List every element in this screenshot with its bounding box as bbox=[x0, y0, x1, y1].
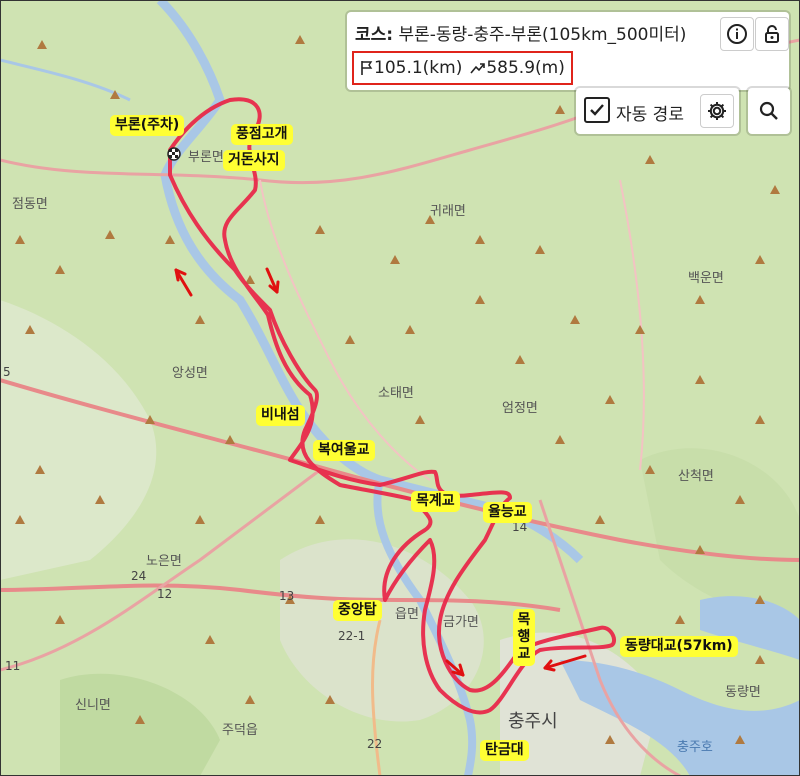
place-name: 읍면 bbox=[395, 607, 419, 622]
place-name: 앙성면 bbox=[172, 366, 208, 381]
road-number: 12 bbox=[157, 587, 173, 601]
place-name: 엄정면 bbox=[502, 401, 538, 416]
place-name: 동량면 bbox=[725, 685, 761, 700]
route-label-binaeseom: 비내섬 bbox=[256, 405, 305, 426]
trend-up-icon bbox=[470, 63, 486, 74]
place-name: 주덕읍 bbox=[222, 723, 258, 738]
info-icon bbox=[727, 24, 747, 44]
route-label-mokgye: 목계교 bbox=[411, 491, 460, 512]
place-name: 금가면 bbox=[443, 615, 479, 630]
road-number: 24 bbox=[131, 569, 147, 583]
settings-button[interactable] bbox=[700, 94, 734, 128]
flag-icon bbox=[361, 61, 373, 75]
road-number: 5 bbox=[3, 365, 11, 379]
unlock-icon bbox=[765, 25, 779, 43]
place-name: 노은면 bbox=[146, 554, 182, 569]
search-icon bbox=[759, 101, 778, 120]
road-number: 13 bbox=[279, 589, 295, 603]
place-name: 신니면 bbox=[75, 698, 111, 713]
route-label-yulneung: 율능교 bbox=[483, 502, 532, 523]
route-label-pungjeom: 풍점고개 bbox=[231, 124, 293, 145]
check-icon bbox=[590, 104, 604, 116]
place-name: 산척면 bbox=[678, 469, 714, 484]
route-label-geodon: 거돈사지 bbox=[223, 150, 285, 171]
auto-route-checkbox[interactable] bbox=[584, 97, 610, 123]
place-name-city: 충주시 bbox=[508, 711, 558, 732]
lock-button[interactable] bbox=[755, 17, 789, 51]
info-button[interactable] bbox=[720, 17, 754, 51]
auto-route-label[interactable]: 자동 경로 bbox=[616, 100, 684, 125]
elevation-value: 585.9(m) bbox=[486, 58, 565, 78]
route-label-buron: 부론(주차) bbox=[110, 115, 185, 136]
course-name: 부론-동량-충주-부론(105km_500미터) bbox=[398, 25, 687, 45]
route-label-tangeumdae: 탄금대 bbox=[480, 740, 529, 761]
route-label-dongryang: 동량대교(57km) bbox=[620, 636, 738, 657]
road-number: 22-1 bbox=[338, 629, 366, 643]
auto-route-panel: 자동 경로 bbox=[576, 88, 739, 134]
distance-value: 105.1(km) bbox=[374, 58, 463, 78]
lake-name: 충주호 bbox=[677, 740, 713, 755]
course-panel: 코스: 부론-동량-충주-부론(105km_500미터) 105.1(km) 5… bbox=[347, 12, 789, 90]
route-label-bokyeoul: 복여울교 bbox=[313, 440, 375, 461]
start-finish-icon bbox=[167, 147, 181, 161]
place-name: 점동면 bbox=[12, 197, 48, 212]
place-name: 백운면 bbox=[688, 271, 724, 286]
route-label-mokhaeng: 목행교 bbox=[513, 609, 535, 666]
course-title: 코스: 부론-동량-충주-부론(105km_500미터) bbox=[355, 20, 686, 45]
route-label-jungangtap: 중앙탑 bbox=[333, 600, 382, 621]
distance-stat: 105.1(km) bbox=[360, 58, 462, 78]
search-button[interactable] bbox=[748, 88, 790, 134]
road-number: 11 bbox=[5, 659, 21, 673]
place-name: 소태면 bbox=[378, 386, 414, 401]
place-name: 부론면 bbox=[188, 150, 224, 165]
road-number: 22 bbox=[367, 737, 383, 751]
course-stats: 105.1(km) 585.9(m) bbox=[352, 51, 573, 85]
place-name: 귀래면 bbox=[430, 204, 466, 219]
course-label: 코스: bbox=[355, 25, 394, 45]
elevation-stat: 585.9(m) bbox=[470, 58, 565, 78]
gear-icon bbox=[708, 102, 726, 120]
